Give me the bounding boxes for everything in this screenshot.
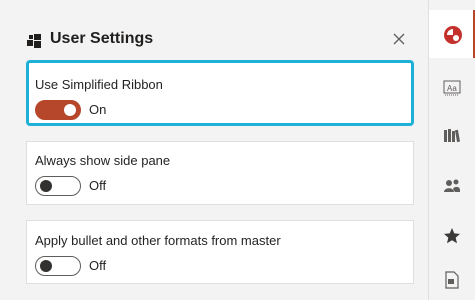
settings-pieces-icon [27,34,41,48]
rail-item-document[interactable] [429,262,475,298]
toggle-state-label: On [89,102,107,117]
setting-card-simplified-ribbon: Use Simplified Ribbon On [26,60,414,126]
toggle-knob [40,180,52,192]
rail-item-library[interactable] [429,118,475,154]
rail-item-favorites[interactable] [429,218,475,254]
svg-text:Aa: Aa [447,84,457,93]
document-icon [445,271,459,289]
rail-item-app[interactable] [429,16,475,52]
rail-item-text-style[interactable]: Aa [429,70,475,106]
simplified-ribbon-toggle[interactable] [35,100,81,120]
side-rail: Aa [428,0,475,300]
side-pane-toggle[interactable] [35,176,81,196]
library-icon [444,129,461,143]
setting-card-side-pane: Always show side pane Off [26,141,414,205]
panel-header: User Settings [0,0,428,60]
setting-label: Apply bullet and other formats from mast… [35,233,281,248]
panel-title: User Settings [50,30,154,47]
text-style-icon: Aa [443,80,461,96]
close-icon[interactable] [390,30,408,48]
toggle-knob [64,104,76,116]
people-icon [444,179,460,192]
toggle-state-label: Off [89,258,107,273]
app-logo-icon [444,26,462,44]
toggle-state-label: Off [89,178,107,193]
setting-label: Use Simplified Ribbon [35,77,163,92]
star-icon [444,228,460,244]
setting-label: Always show side pane [35,153,171,168]
master-formats-toggle[interactable] [35,256,81,276]
user-settings-panel: User Settings Use Simplified Ribbon On A… [0,0,428,300]
toggle-knob [40,260,52,272]
rail-item-people[interactable] [429,168,475,204]
setting-card-master-formats: Apply bullet and other formats from mast… [26,220,414,284]
